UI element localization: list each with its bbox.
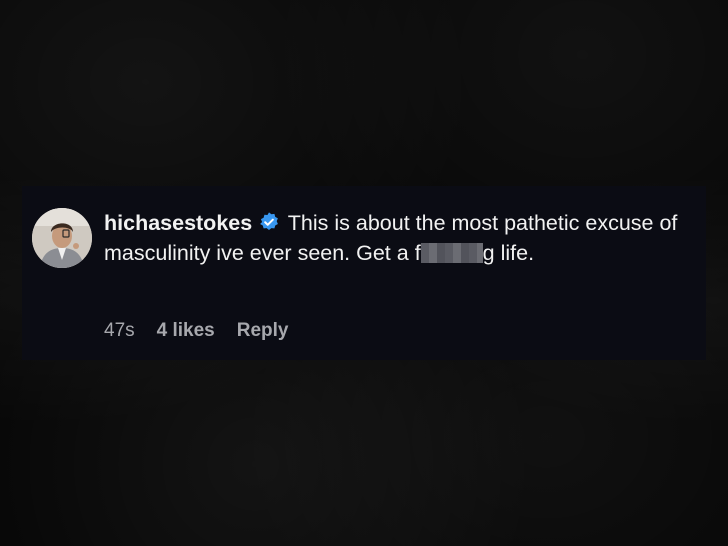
comment-body-end: g life. (482, 241, 535, 265)
likes-count[interactable]: 4 likes (157, 320, 215, 342)
comment-meta: 47s 4 likes Reply (104, 318, 289, 344)
verified-badge-icon (260, 212, 279, 230)
comment-text: hichasestokes This is about the most pat… (104, 208, 694, 268)
username[interactable]: hichasestokes (104, 211, 252, 235)
reply-button[interactable]: Reply (237, 320, 289, 342)
timestamp: 47s (104, 320, 135, 341)
censor-blur (420, 243, 483, 263)
avatar[interactable] (32, 208, 92, 268)
